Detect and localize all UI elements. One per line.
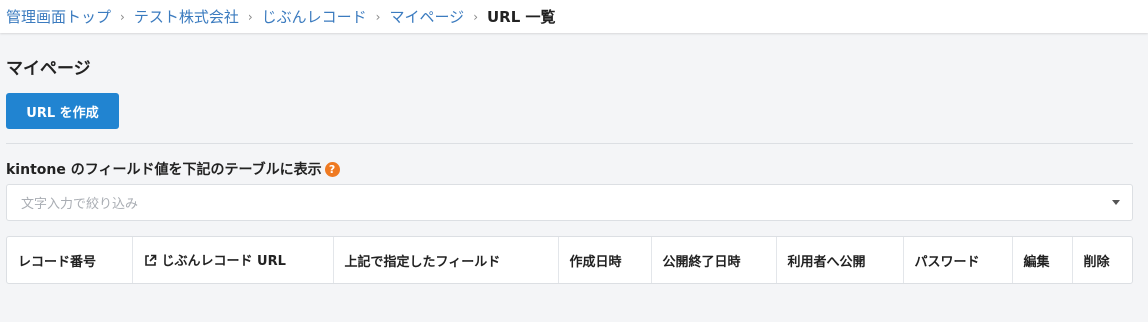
field-section-text: kintone のフィールド値を下記のテーブルに表示 xyxy=(6,162,322,178)
chevron-right-icon: › xyxy=(375,9,381,24)
column-header-publish-end: 公開終了日時 xyxy=(651,237,777,283)
breadcrumb-current: URL 一覧 xyxy=(487,8,556,26)
main-content: マイページ URL を作成 kintone のフィールド値を下記のテーブルに表示… xyxy=(0,57,1148,284)
chevron-right-icon: › xyxy=(120,9,125,24)
page-title: マイページ xyxy=(6,59,91,79)
filter-placeholder: 文字入力で絞り込み xyxy=(21,197,139,212)
column-header-created-at: 作成日時 xyxy=(558,237,652,283)
column-header-record-url-label: じぶんレコード URL xyxy=(161,253,286,269)
column-header-specified-field: 上記で指定したフィールド xyxy=(333,237,559,283)
divider xyxy=(6,143,1133,144)
column-header-password: パスワード xyxy=(903,237,1013,283)
chevron-right-icon: › xyxy=(247,9,253,24)
question-circle-icon[interactable]: ? xyxy=(324,161,340,177)
breadcrumb: 管理画面トップ › テスト株式会社 › じぶんレコード › マイページ › UR… xyxy=(0,0,1148,33)
breadcrumb-mypage[interactable]: マイページ xyxy=(389,6,464,27)
field-filter-select[interactable]: 文字入力で絞り込み xyxy=(6,184,1133,221)
breadcrumb-jibun-record[interactable]: じぶんレコード xyxy=(262,6,367,27)
column-header-record-url: じぶんレコード URL xyxy=(132,237,334,283)
chevron-right-icon: › xyxy=(473,9,478,24)
column-header-record-number: レコード番号 xyxy=(7,237,133,283)
column-header-delete: 削除 xyxy=(1083,254,1110,270)
create-url-button[interactable]: URL を作成 xyxy=(6,93,119,129)
table-header-row: レコード番号 じぶんレコード URL 上記で指定したフィールド 作成日時 公開終… xyxy=(7,237,1133,283)
field-section-label: kintone のフィールド値を下記のテーブルに表示 ? xyxy=(6,158,1142,180)
breadcrumb-company[interactable]: テスト株式会社 xyxy=(134,6,239,27)
breadcrumb-admin-top[interactable]: 管理画面トップ xyxy=(6,6,111,27)
url-table: レコード番号 じぶんレコード URL 上記で指定したフィールド 作成日時 公開終… xyxy=(6,236,1133,284)
column-header-edit: 編集 xyxy=(1012,237,1073,283)
chevron-down-icon xyxy=(1112,200,1120,205)
external-link-icon xyxy=(144,254,157,271)
column-header-publish-to-users: 利用者へ公開 xyxy=(776,237,904,283)
